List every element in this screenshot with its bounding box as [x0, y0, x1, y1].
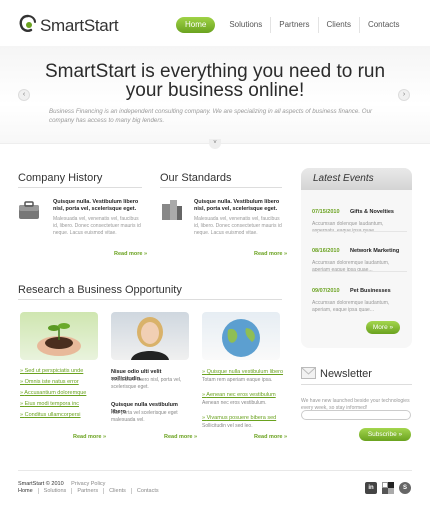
footer-copyright: SmartStart © 2010 [18, 481, 64, 487]
linkedin-icon[interactable]: in [365, 482, 377, 494]
event-item[interactable]: 08/16/2010 Network Marketing Accumsan do… [312, 239, 407, 273]
list-item[interactable]: Accusantium doloremque [20, 390, 86, 397]
main-nav: Home Solutions Partners Clients Contacts [176, 17, 408, 33]
company-history-item-title: Quisque nulla. Vestibulum libero nisl, p… [53, 199, 139, 212]
buildings-icon [162, 200, 182, 220]
event-text: Accumsan doloremque laudantum, aperiam, … [312, 300, 390, 313]
footer-link-clients[interactable]: Clients [104, 488, 132, 494]
event-item[interactable]: 07/15/2010 Gifts & Novelties Accumsan do… [312, 200, 407, 234]
skype-icon[interactable]: S [399, 482, 411, 494]
footer-link-home[interactable]: Home [18, 488, 39, 494]
briefcase-icon [19, 201, 39, 219]
nav-contacts[interactable]: Contacts [360, 17, 408, 33]
event-title: Network Marketing [349, 248, 400, 254]
event-date: 08/16/2010 [312, 248, 340, 254]
research-col3-text-2: Aenean nec eros vestibulum. [202, 400, 267, 406]
research-list: Sed ut perspiciatis unde Omnis iste natu… [20, 368, 86, 419]
headline-line-1: SmartStart is everything you need to run [44, 61, 386, 82]
divider [312, 231, 407, 232]
research-col3-readmore-link[interactable]: Read more [254, 434, 287, 440]
research-col3-text-1: Totam rem aperiam eaque ipsa. [202, 377, 273, 383]
divider [312, 271, 407, 272]
research-col1-readmore-link[interactable]: Read more [73, 434, 106, 440]
our-standards-readmore-link[interactable]: Read more [254, 251, 287, 257]
our-standards-title: Our Standards [160, 172, 232, 184]
subscribe-button[interactable]: Subscribe » [359, 428, 411, 441]
delicious-icon[interactable] [382, 482, 394, 494]
our-standards-item-text: Malesuada vel, venenatis vel, faucibus i… [194, 216, 282, 236]
research-col2-readmore-link[interactable]: Read more [164, 434, 197, 440]
headline-line-2: your business online! [125, 80, 305, 101]
research-col3-link-1[interactable]: Quisque nulla vestibulum libero [202, 369, 283, 376]
company-history-title: Company History [18, 172, 103, 184]
hero-subtext: Business Financing is an independent con… [49, 108, 373, 124]
plant-icon [37, 323, 81, 356]
envelope-icon [301, 367, 316, 379]
event-date: 07/15/2010 [312, 209, 340, 215]
logo[interactable]: SmartStart [18, 14, 119, 36]
events-title: Latest Events [313, 173, 374, 184]
event-date: 09/07/2010 [312, 288, 340, 294]
footer-link-contacts[interactable]: Contacts [132, 488, 164, 494]
footer-brand: SmartStart © 2010 Privacy Policy [18, 481, 105, 487]
privacy-policy-link[interactable]: Privacy Policy [71, 481, 105, 487]
divider [18, 187, 142, 188]
nav-clients[interactable]: Clients [319, 17, 360, 33]
research-col3-link-2[interactable]: Aenean nec eros vestibulum [202, 392, 275, 399]
globe-image [202, 312, 280, 360]
footer-link-partners[interactable]: Partners [72, 488, 105, 494]
hero-headline: SmartStart is everything you need to run… [40, 62, 390, 100]
footer-link-solutions[interactable]: Solutions [39, 488, 73, 494]
event-text: Accumsan dolenque laudantum, aspernatu. … [312, 221, 384, 234]
nav-solutions[interactable]: Solutions [221, 17, 272, 33]
company-history-readmore-link[interactable]: Read more [114, 251, 147, 257]
list-item[interactable]: Omnis iste natus error [20, 379, 86, 386]
list-item[interactable]: Eius modi tempora inc [20, 401, 86, 408]
divider [18, 299, 282, 300]
more-events-label: More [372, 324, 388, 331]
businesswoman-image [111, 312, 189, 360]
footer-nav: Home Solutions Partners Clients Contacts [18, 488, 164, 494]
research-col3-text-3: Sollicitudin vel sed leo. [202, 423, 253, 429]
nav-partners[interactable]: Partners [271, 17, 319, 33]
event-title: Pet Businesses [349, 288, 391, 294]
logo-icon [19, 14, 36, 32]
subscribe-label: Subscribe [367, 431, 397, 438]
event-item[interactable]: 09/07/2010 Pet Businesses Accumsan dolor… [312, 279, 407, 313]
globe-icon [222, 319, 260, 357]
plant-hands-image [20, 312, 98, 360]
research-title: Research a Business Opportunity [18, 284, 182, 296]
divider [160, 187, 282, 188]
research-col2-text-2: Nisl porta vel scelerisque eget malesuad… [111, 410, 178, 423]
list-item[interactable]: Sed ut perspiciatis unde [20, 368, 86, 375]
slider-next-icon[interactable]: › [398, 89, 410, 101]
newsletter-title: Newsletter [320, 368, 372, 380]
footer-divider [18, 470, 412, 471]
divider [301, 384, 412, 385]
nav-home[interactable]: Home [176, 17, 216, 33]
chevron-down-icon[interactable]: ˅ [209, 139, 221, 149]
list-item[interactable]: Conditus ullamcorpersi [20, 412, 86, 419]
research-col2-text-1: Vestibulum libero nisl, porta vel, scele… [111, 377, 182, 390]
more-events-button[interactable]: More » [366, 321, 400, 334]
our-standards-item-title: Quisque nulla. Vestibulum libero nisl, p… [194, 199, 280, 212]
slider-prev-icon[interactable]: ‹ [18, 89, 30, 101]
company-history-item-text: Malesuada vel, venenatis vel, faucibus i… [53, 216, 141, 236]
event-title: Gifts & Novelties [349, 209, 394, 215]
newsletter-email-input[interactable] [301, 410, 411, 420]
research-col3-link-3[interactable]: Vivamus posuere bibera sed [202, 415, 277, 422]
brand-name: SmartStart [40, 16, 119, 35]
woman-icon [131, 317, 169, 360]
